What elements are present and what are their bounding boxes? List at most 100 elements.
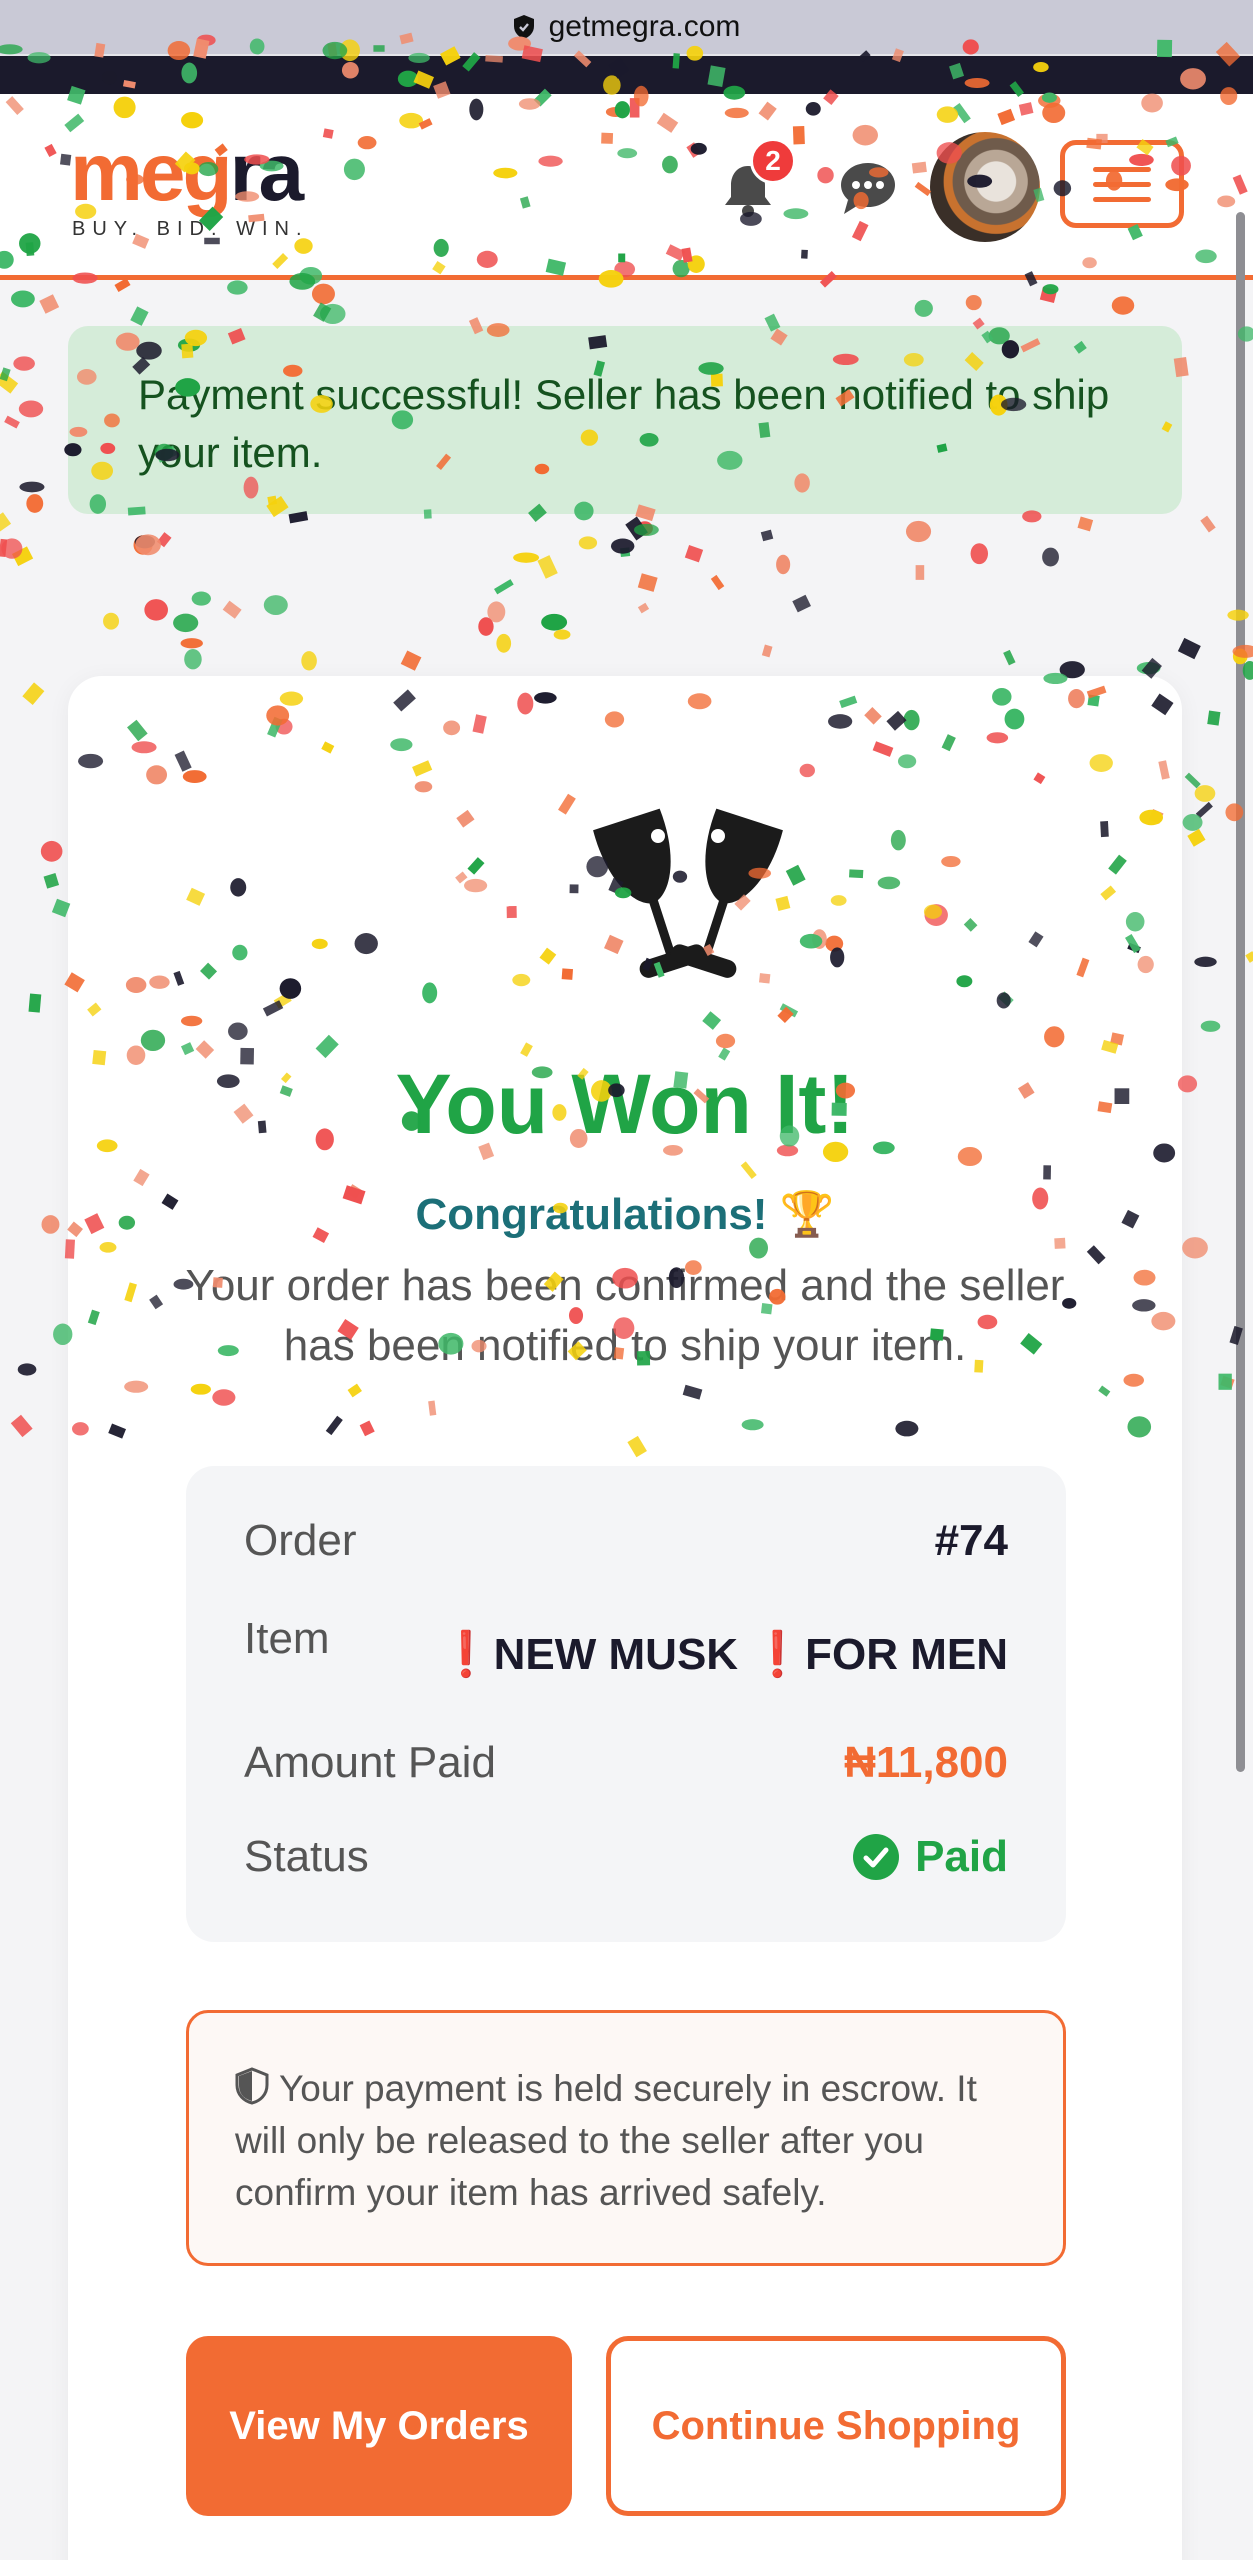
confetti-piece (114, 278, 131, 292)
confetti-piece (578, 536, 598, 550)
item-name: ❗NEW MUSK ❗FOR MEN (439, 1628, 1008, 1680)
confetti-piece (184, 648, 202, 670)
site-header: megra BUY. BID. WIN. 2 (0, 94, 1253, 280)
escrow-text: Your payment is held securely in escrow.… (235, 2068, 977, 2213)
confetti-piece (12, 546, 34, 567)
menu-button[interactable] (1060, 140, 1184, 228)
confetti-piece (1184, 772, 1201, 789)
confetti-piece (1220, 1375, 1235, 1389)
confetti-piece (915, 565, 925, 580)
confetti-piece (620, 547, 631, 557)
confetti-piece (1200, 1020, 1221, 1032)
confetti-piece (17, 1363, 37, 1376)
logo-text-part1: meg (70, 127, 233, 218)
shield-icon (235, 2067, 269, 2105)
confetti-piece (144, 599, 168, 621)
congrats-text: Congratulations! (415, 1190, 768, 1239)
confetti-piece (487, 601, 506, 623)
order-summary: Order #74 Item ❗NEW MUSK ❗FOR MEN Amount… (186, 1466, 1066, 1942)
confetti-piece (4, 415, 20, 429)
amount-row: Amount Paid ₦11,800 (244, 1738, 1008, 1788)
congrats-subtitle: Congratulations! 🏆 (68, 1188, 1182, 1240)
confetti-piece (1182, 1237, 1208, 1259)
confetti-piece (684, 545, 704, 563)
confetti-piece (222, 600, 242, 619)
confetti-piece (1218, 1373, 1232, 1390)
status-badge: Paid (853, 1832, 1008, 1882)
notification-badge: 2 (750, 138, 796, 184)
order-row: Order #74 (244, 1516, 1008, 1566)
status-row: Status Paid (244, 1832, 1008, 1882)
confetti-piece (760, 529, 774, 542)
confetti-piece (191, 591, 211, 606)
confetti-piece (22, 682, 45, 705)
confetti-piece (313, 302, 332, 322)
confirmation-description: Your order has been confirmed and the se… (185, 1261, 1065, 1370)
confetti-piece (130, 306, 149, 326)
confetti-piece (761, 644, 773, 658)
confetti-piece (637, 602, 650, 614)
item-name-part1: NEW MUSK (493, 1630, 739, 1679)
confetti-piece (0, 371, 19, 394)
logo[interactable]: megra BUY. BID. WIN. (70, 132, 309, 241)
item-name-part2: FOR MEN (805, 1630, 1008, 1679)
view-orders-button[interactable]: View My Orders (186, 2336, 572, 2516)
confetti-piece (710, 574, 725, 591)
confetti-piece (13, 356, 35, 371)
browser-url-bar[interactable]: getmegra.com (0, 0, 1253, 56)
confetti-piece (637, 573, 658, 592)
shield-icon (513, 14, 535, 40)
confetti-piece (41, 1215, 60, 1234)
confetti-piece (965, 294, 982, 311)
confetti-piece (1042, 547, 1059, 567)
amount-value: ₦11,800 (844, 1738, 1008, 1787)
confetti-piece (18, 400, 44, 418)
order-confirmation-card: You Won It! Congratulations! 🏆 Your orde… (68, 676, 1182, 2560)
item-label: Item (244, 1614, 330, 1663)
confetti-piece (970, 543, 989, 565)
confetti-piece (40, 840, 63, 862)
confetti-piece (1194, 785, 1216, 802)
confetti-piece (776, 554, 791, 575)
confetti-piece (0, 538, 8, 558)
payment-success-alert: Payment successful! Seller has been noti… (68, 326, 1182, 514)
confetti-piece (478, 617, 494, 636)
confetti-piece (0, 512, 12, 532)
confetti-piece (10, 290, 35, 308)
check-circle-icon (853, 1834, 900, 1880)
item-row: Item ❗NEW MUSK ❗FOR MEN (244, 1614, 1008, 1680)
confetti-piece (400, 650, 422, 671)
confetti-piece (1039, 286, 1058, 304)
won-title: You Won It! (395, 1057, 855, 1151)
confetti-piece (553, 629, 571, 640)
confetti-piece (610, 538, 635, 554)
escrow-notice: Your payment is held securely in escrow.… (186, 2010, 1066, 2266)
avatar[interactable] (930, 132, 1040, 242)
confetti-piece (103, 612, 120, 630)
confetti-piece (180, 638, 203, 649)
confetti-piece (636, 521, 653, 536)
confetti-piece (19, 481, 45, 493)
confetti-piece (1177, 637, 1201, 660)
menu-icon (1093, 166, 1151, 172)
confetti-piece (28, 993, 42, 1013)
scrollbar[interactable] (1236, 212, 1245, 1772)
confetti-piece (156, 532, 172, 548)
chat-icon[interactable] (838, 160, 898, 216)
confetti-piece (134, 535, 156, 549)
status-value: Paid (915, 1832, 1008, 1881)
confetti-piece (301, 651, 317, 671)
confetti-piece (227, 280, 248, 295)
logo-text-part2: ra (229, 127, 304, 218)
confetti-piece (43, 873, 60, 889)
confetti-piece (494, 579, 514, 595)
cheers-icon (558, 796, 818, 996)
status-label: Status (244, 1832, 369, 1881)
amount-label: Amount Paid (244, 1738, 496, 1787)
confetti-piece (1077, 516, 1094, 532)
confetti-piece (320, 303, 346, 324)
confetti-piece (1111, 296, 1135, 315)
confetti-piece (133, 535, 153, 555)
continue-shopping-button[interactable]: Continue Shopping (606, 2336, 1066, 2516)
top-strip (0, 56, 1253, 94)
